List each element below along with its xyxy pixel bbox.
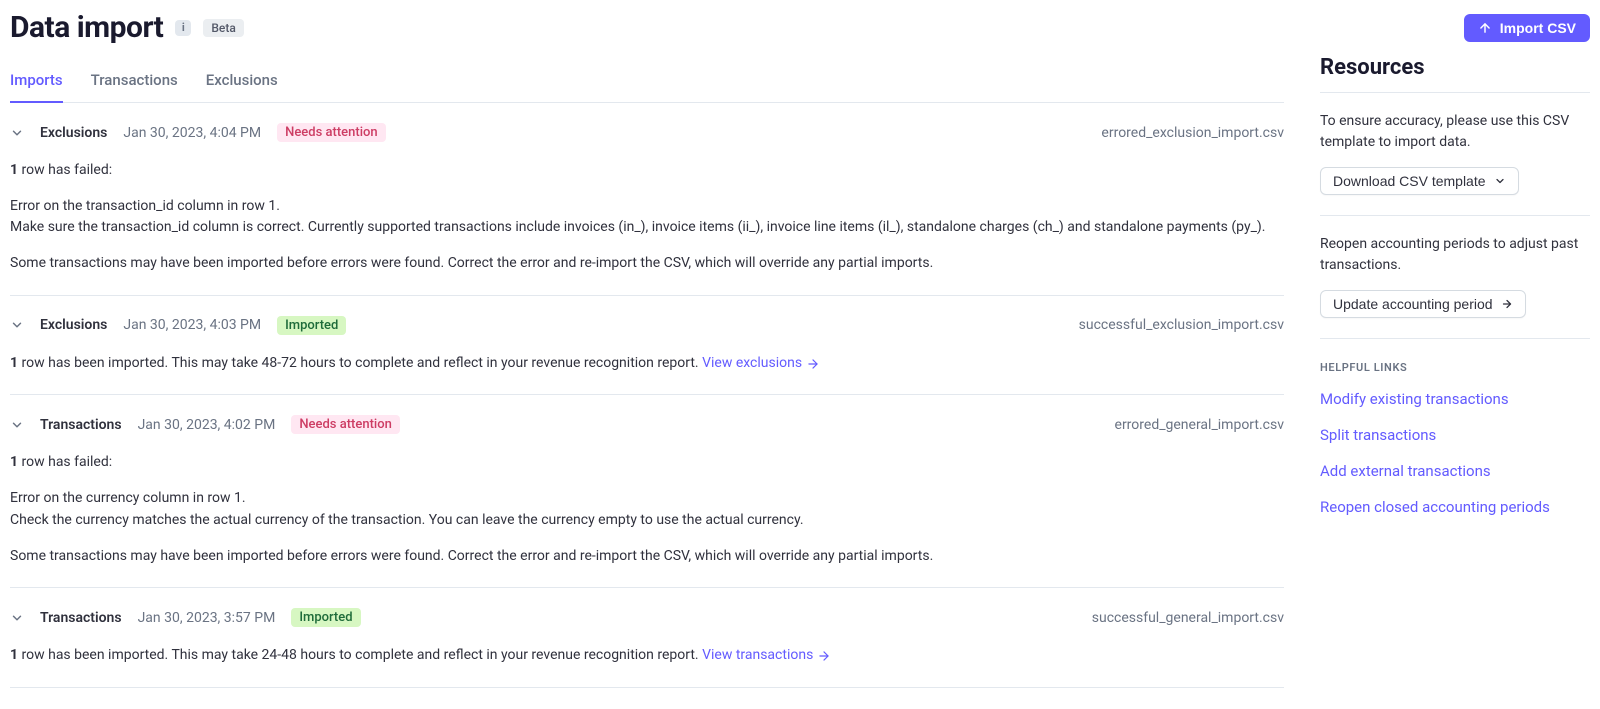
- resources-sidebar: Resources To ensure accuracy, please use…: [1320, 45, 1590, 688]
- import-filename: errored_general_import.csv: [1115, 417, 1284, 433]
- import-row-header[interactable]: Transactions Jan 30, 2023, 3:57 PM Importe…: [10, 608, 1284, 627]
- import-body: 1 row has been imported. This may take 4…: [10, 353, 1284, 375]
- import-filename: errored_exclusion_import.csv: [1101, 125, 1284, 141]
- status-badge: Needs attention: [291, 415, 400, 434]
- chevron-down-icon: [10, 318, 24, 332]
- import-type-label: Exclusions: [40, 125, 107, 141]
- view-link[interactable]: View exclusions: [702, 353, 820, 375]
- import-error-detail: Error on the currency column in row 1.Ch…: [10, 488, 1284, 531]
- import-row: Transactions Jan 30, 2023, 4:02 PM Needs a…: [10, 395, 1284, 588]
- chevron-down-icon: [10, 418, 24, 432]
- view-link[interactable]: View transactions: [702, 645, 831, 667]
- arrow-right-icon: [806, 357, 820, 371]
- import-body: 1 row has failed: Error on the currency c…: [10, 452, 1284, 567]
- view-link-label: View transactions: [702, 645, 813, 667]
- import-row: Exclusions Jan 30, 2023, 4:04 PM Needs att…: [10, 103, 1284, 296]
- import-date: Jan 30, 2023, 4:03 PM: [123, 317, 261, 333]
- import-error-detail: Error on the transaction_id column in ro…: [10, 196, 1284, 239]
- import-row-header[interactable]: Exclusions Jan 30, 2023, 4:04 PM Needs att…: [10, 123, 1284, 142]
- beta-badge: Beta: [203, 19, 243, 37]
- update-accounting-period-button[interactable]: Update accounting period: [1320, 290, 1526, 318]
- import-summary: 1 row has been imported. This may take 4…: [10, 353, 1284, 375]
- import-filename: successful_general_import.csv: [1092, 610, 1284, 626]
- helpful-links-heading: HELPFUL LINKS: [1320, 361, 1590, 374]
- import-date: Jan 30, 2023, 4:04 PM: [123, 125, 261, 141]
- helpful-link[interactable]: Add external transactions: [1320, 462, 1590, 480]
- import-row: Transactions Jan 30, 2023, 3:57 PM Importe…: [10, 588, 1284, 688]
- import-footer-note: Some transactions may have been imported…: [10, 546, 1284, 568]
- import-date: Jan 30, 2023, 4:02 PM: [138, 417, 276, 433]
- import-row: Exclusions Jan 30, 2023, 4:03 PM Imported s…: [10, 296, 1284, 396]
- download-csv-template-button[interactable]: Download CSV template: [1320, 167, 1519, 195]
- import-filename: successful_exclusion_import.csv: [1079, 317, 1284, 333]
- import-summary: 1 row has been imported. This may take 2…: [10, 645, 1284, 667]
- import-csv-button[interactable]: Import CSV: [1464, 14, 1590, 42]
- import-body: 1 row has failed: Error on the transactio…: [10, 160, 1284, 275]
- chevron-down-icon: [1494, 175, 1506, 187]
- import-body: 1 row has been imported. This may take 2…: [10, 645, 1284, 667]
- helpful-link[interactable]: Split transactions: [1320, 426, 1590, 444]
- import-footer-note: Some transactions may have been imported…: [10, 253, 1284, 275]
- import-row-header[interactable]: Exclusions Jan 30, 2023, 4:03 PM Imported s…: [10, 316, 1284, 335]
- import-type-label: Transactions: [40, 610, 122, 626]
- tab-imports[interactable]: Imports: [10, 61, 63, 103]
- status-badge: Imported: [291, 608, 360, 627]
- arrow-right-icon: [1501, 298, 1513, 310]
- helpful-link[interactable]: Reopen closed accounting periods: [1320, 498, 1590, 516]
- import-date: Jan 30, 2023, 3:57 PM: [138, 610, 276, 626]
- status-badge: Imported: [277, 316, 346, 335]
- tab-transactions[interactable]: Transactions: [91, 61, 178, 103]
- upload-icon: [1478, 21, 1492, 35]
- tabs: Imports Transactions Exclusions: [10, 61, 1284, 103]
- download-csv-label: Download CSV template: [1333, 173, 1486, 189]
- import-row-header[interactable]: Transactions Jan 30, 2023, 4:02 PM Needs a…: [10, 415, 1284, 434]
- info-icon[interactable]: i: [175, 20, 191, 36]
- page-title: Data import: [10, 10, 163, 45]
- import-summary: 1 row has failed:: [10, 160, 1284, 182]
- import-type-label: Transactions: [40, 417, 122, 433]
- import-type-label: Exclusions: [40, 317, 107, 333]
- chevron-down-icon: [10, 611, 24, 625]
- import-csv-label: Import CSV: [1500, 20, 1576, 36]
- status-badge: Needs attention: [277, 123, 386, 142]
- tab-exclusions[interactable]: Exclusions: [206, 61, 278, 103]
- import-summary: 1 row has failed:: [10, 452, 1284, 474]
- arrow-right-icon: [817, 649, 831, 663]
- resources-intro: To ensure accuracy, please use this CSV …: [1320, 111, 1590, 153]
- resources-title: Resources: [1320, 55, 1590, 80]
- chevron-down-icon: [10, 126, 24, 140]
- update-period-label: Update accounting period: [1333, 296, 1493, 312]
- reopen-periods-text: Reopen accounting periods to adjust past…: [1320, 234, 1590, 276]
- imports-list: Exclusions Jan 30, 2023, 4:04 PM Needs att…: [10, 103, 1284, 688]
- helpful-link[interactable]: Modify existing transactions: [1320, 390, 1590, 408]
- view-link-label: View exclusions: [702, 353, 802, 375]
